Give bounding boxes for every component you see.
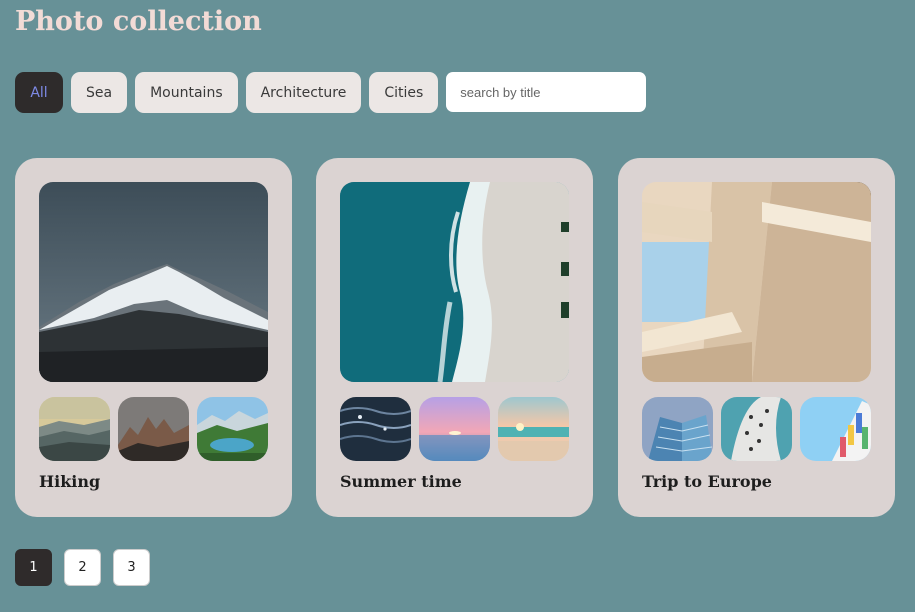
filter-all-button[interactable]: All (15, 72, 63, 113)
card-title: Hiking (39, 472, 101, 491)
card-title: Trip to Europe (642, 472, 772, 491)
filter-bar: All Sea Mountains Architecture Cities (15, 72, 647, 113)
collection-card-hiking[interactable]: Hiking (15, 158, 292, 517)
thumb-alpine-lake[interactable] (197, 397, 268, 461)
thumb-dark-sea[interactable] (340, 397, 411, 461)
collection-card-trip-to-europe[interactable]: Trip to Europe (618, 158, 895, 517)
pagination: 1 2 3 (15, 549, 150, 586)
filter-cities-button[interactable]: Cities (369, 72, 439, 113)
hero-image-snowy-mountain[interactable] (39, 182, 268, 382)
thumb-beach-sunset[interactable] (498, 397, 569, 461)
thumb-glass-tower[interactable] (642, 397, 713, 461)
page-title: Photo collection (15, 6, 262, 37)
page-2-button[interactable]: 2 (64, 549, 101, 586)
filter-mountains-button[interactable]: Mountains (135, 72, 238, 113)
search-input[interactable] (446, 72, 647, 112)
thumb-pink-sunset-sea[interactable] (419, 397, 490, 461)
filter-sea-button[interactable]: Sea (71, 72, 128, 113)
card-title: Summer time (340, 472, 462, 491)
thumb-colorful-balconies[interactable] (800, 397, 871, 461)
page-3-button[interactable]: 3 (113, 549, 150, 586)
hero-image-modern-building[interactable] (642, 182, 871, 382)
thumb-rocky-peaks[interactable] (118, 397, 189, 461)
thumb-misty-hills[interactable] (39, 397, 110, 461)
filter-architecture-button[interactable]: Architecture (245, 72, 362, 113)
thumb-curved-facade[interactable] (721, 397, 792, 461)
collection-card-summer-time[interactable]: Summer time (316, 158, 593, 517)
page-1-button[interactable]: 1 (15, 549, 52, 586)
hero-image-aerial-beach[interactable] (340, 182, 569, 382)
